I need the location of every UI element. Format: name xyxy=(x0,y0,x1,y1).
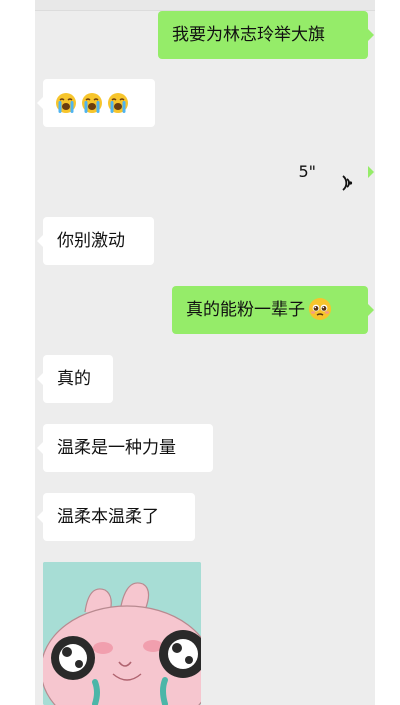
loudly-crying-face-icon xyxy=(81,92,103,114)
voice-wave-icon xyxy=(332,163,354,191)
message-bubble-outgoing[interactable]: 真的能粉一辈子 xyxy=(172,286,374,334)
bunny-sticker-image xyxy=(43,562,201,705)
message-bubble-incoming[interactable]: 真的 xyxy=(37,355,113,403)
message-bubble-incoming[interactable] xyxy=(37,79,155,127)
message-text: 真的 xyxy=(57,369,91,389)
chat-area[interactable]: 我要为林志玲举大旗 5" 你别激动 真的能粉一辈子 真的 温柔是一种力量 温柔本… xyxy=(35,0,375,705)
message-text: 真的能粉一辈子 xyxy=(186,300,305,320)
voice-duration: 5" xyxy=(298,162,316,181)
message-text: 温柔是一种力量 xyxy=(57,438,176,458)
message-text: 我要为林志玲举大旗 xyxy=(172,25,325,45)
loudly-crying-face-icon xyxy=(55,92,77,114)
message-text: 你别激动 xyxy=(57,231,125,251)
emoji-row xyxy=(55,79,143,127)
message-bubble-incoming[interactable]: 温柔本温柔了 xyxy=(37,493,195,541)
loudly-crying-face-icon xyxy=(107,92,129,114)
chat-top-edge xyxy=(35,0,375,11)
message-bubble-incoming[interactable]: 你别激动 xyxy=(37,217,154,265)
pink-bunny-crying-sticker[interactable] xyxy=(43,562,201,705)
pleading-face-icon xyxy=(308,297,332,321)
message-bubble-outgoing[interactable]: 我要为林志玲举大旗 xyxy=(158,11,374,59)
message-text: 温柔本温柔了 xyxy=(57,507,159,527)
message-bubble-incoming[interactable]: 温柔是一种力量 xyxy=(37,424,213,472)
